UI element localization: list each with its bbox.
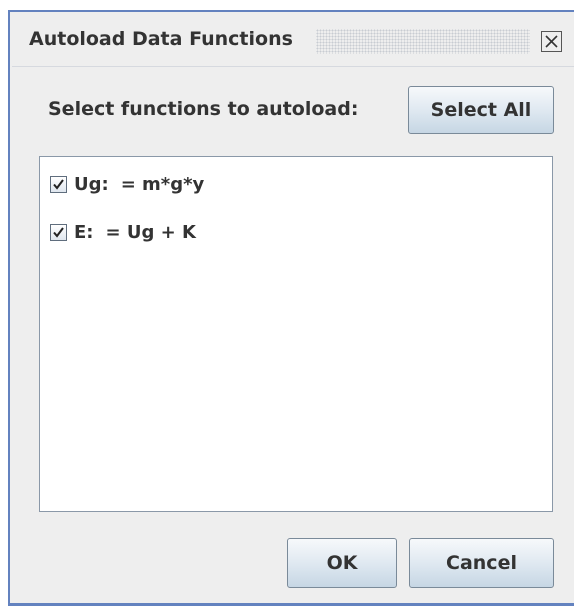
close-icon [545, 35, 558, 48]
function-expression-e: = Ug + K [105, 221, 196, 243]
function-checkbox-e[interactable] [50, 223, 67, 241]
check-icon [53, 226, 64, 238]
functions-list[interactable]: Ug: = m*g*y E: = Ug + K [39, 156, 553, 512]
function-checkbox-ug[interactable] [50, 175, 67, 193]
function-item-e[interactable]: E: = Ug + K [50, 219, 196, 245]
cancel-button[interactable]: Cancel [409, 538, 554, 588]
close-button[interactable] [541, 31, 562, 52]
screen: Autoload Data Functions Select functions… [0, 0, 574, 610]
dialog-title: Autoload Data Functions [29, 28, 293, 50]
check-icon [53, 178, 64, 190]
prompt-label: Select functions to autoload: [48, 98, 359, 120]
function-name-ug: Ug: [74, 173, 109, 195]
title-bar[interactable]: Autoload Data Functions [12, 16, 574, 67]
function-item-ug[interactable]: Ug: = m*g*y [50, 171, 204, 197]
function-name-e: E: [74, 221, 94, 243]
select-all-button[interactable]: Select All [408, 86, 554, 134]
ok-button[interactable]: OK [287, 538, 397, 588]
function-expression-ug: = m*g*y [120, 173, 205, 195]
title-bar-grip[interactable] [316, 29, 530, 54]
